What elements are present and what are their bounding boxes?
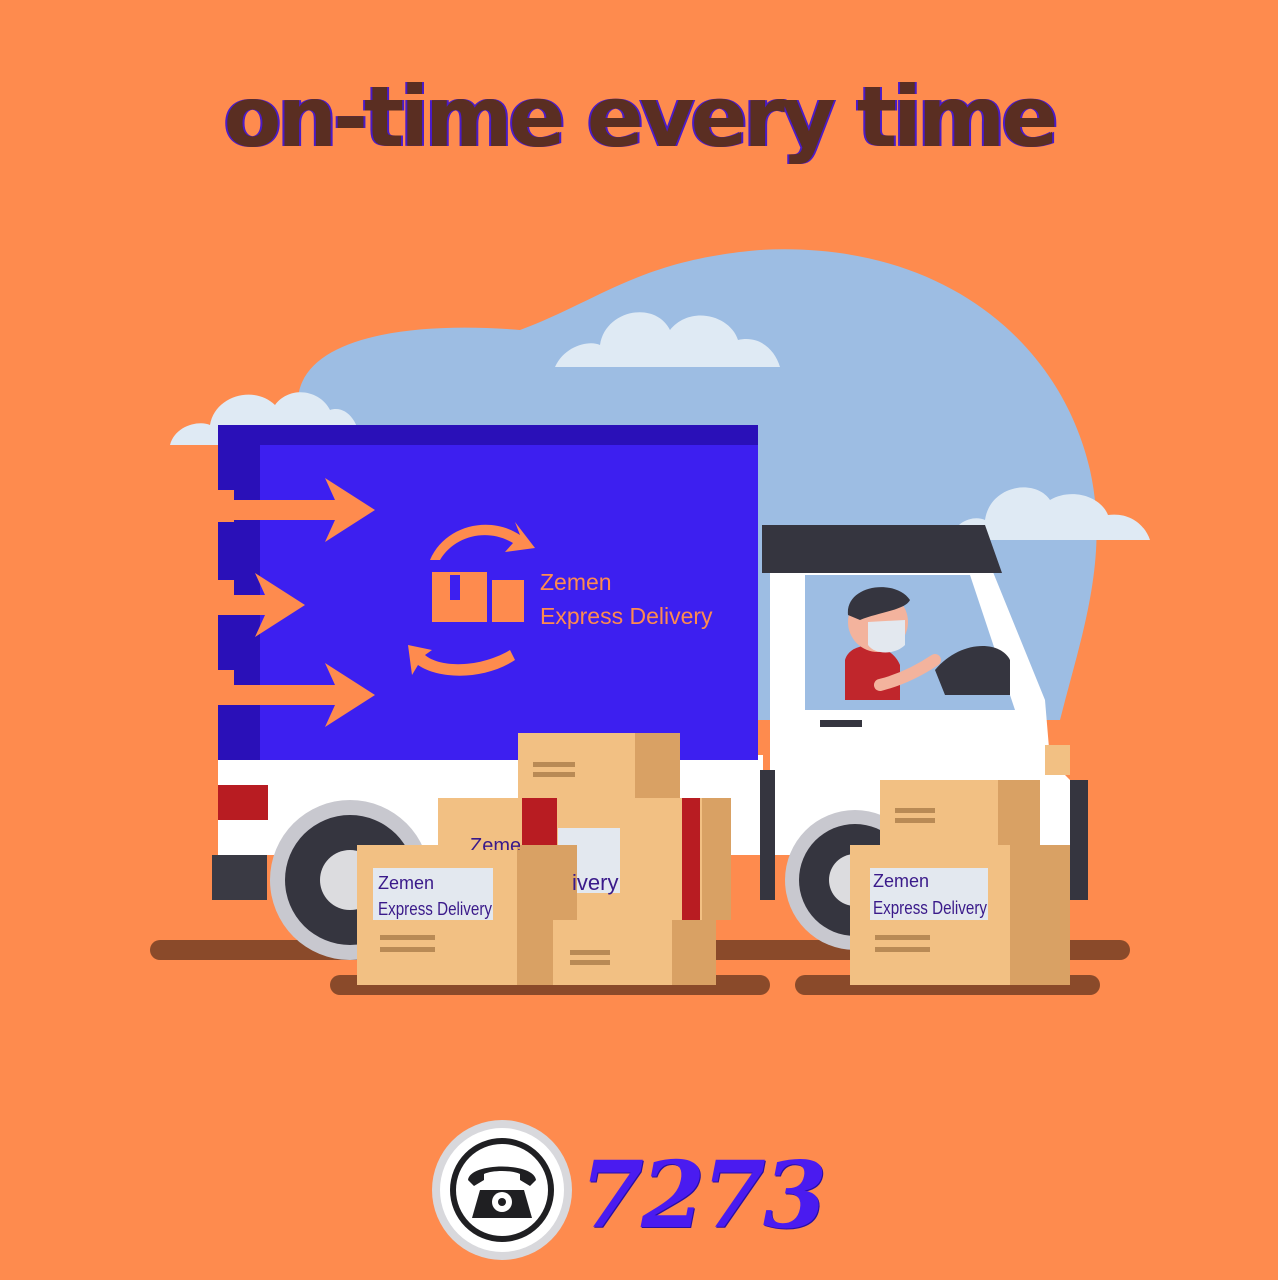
box-label-line2: Express Delivery <box>378 899 492 919</box>
brand-name-line2: Express Delivery <box>540 603 713 629</box>
box-label-line1: Zemen <box>873 871 929 891</box>
truck-cargo <box>218 425 758 760</box>
poster: on-time every time Zemen Express Deliver… <box>0 0 1278 1280</box>
brand-name-line1: Zemen <box>540 569 612 595</box>
box-label-line1: Zemen <box>378 873 434 893</box>
phone-number[interactable]: 7273 <box>580 1140 827 1250</box>
cab-roof <box>762 525 1002 573</box>
delivery-illustration: Zemen Express Delivery Zemen Express Del… <box>150 249 1150 995</box>
box-label-partial-line2: ivery <box>572 870 618 895</box>
box-label-line2: Express Delivery <box>873 898 987 918</box>
telephone-icon <box>432 1120 572 1260</box>
